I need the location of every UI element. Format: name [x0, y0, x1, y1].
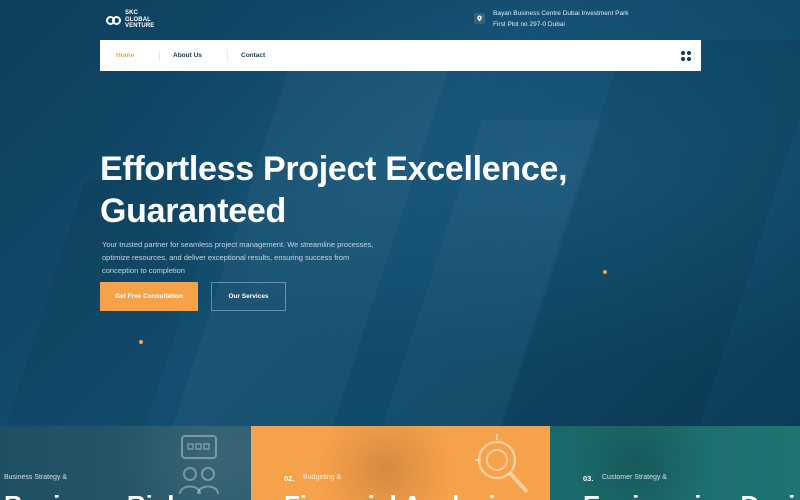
service-card-engineering-design[interactable]: 03. Customer Strategy & Engineering Desi… — [550, 426, 800, 500]
decorative-dot — [139, 340, 143, 344]
decorative-dot — [603, 270, 607, 274]
service-cards: Business Strategy & Business Risk 02. Bu… — [0, 426, 800, 500]
nav-item-home[interactable]: Home — [116, 52, 134, 59]
card-number: 03. — [583, 474, 594, 483]
hero-subtitle: Your trusted partner for seamless projec… — [102, 238, 402, 277]
brand-logo[interactable]: SKC GLOBAL VENTURE — [106, 9, 166, 31]
chat-bubble-icon — [179, 435, 219, 495]
hero-subtitle-line-2: optimize resources, and deliver exceptio… — [102, 253, 350, 262]
address-line-2: First Plot no 297-0 Dubai — [493, 21, 565, 28]
nav-item-about[interactable]: About Us — [173, 52, 202, 59]
card-title: Financial Analysis — [284, 490, 510, 500]
free-consultation-button[interactable]: Get Free Consultation — [100, 282, 198, 311]
address-line-1: Bayan Business Centre Dubai Investment P… — [493, 10, 629, 17]
logo-text: SKC GLOBAL VENTURE — [125, 10, 155, 30]
card-category: Business Strategy & — [4, 474, 68, 481]
grid-menu-icon[interactable] — [681, 51, 691, 61]
our-services-button[interactable]: Our Services — [211, 282, 286, 311]
hero-subtitle-line-1: Your trusted partner for seamless projec… — [102, 240, 374, 249]
card-category: Customer Strategy & — [602, 474, 667, 481]
card-number: 02. — [284, 474, 295, 483]
hero-subtitle-line-3: conception to completion — [102, 266, 185, 275]
nav-item-contact[interactable]: Contact — [241, 52, 265, 59]
card-category: Budgeting & — [303, 474, 342, 481]
hero-title: Effortless Project Excellence, Guarantee… — [100, 148, 620, 232]
top-bar: SKC GLOBAL VENTURE Bayan Business Centre… — [0, 0, 800, 40]
nav-divider — [227, 50, 228, 61]
location-pin-icon — [474, 13, 485, 24]
service-card-financial-analysis[interactable]: 02. Budgeting & Financial Analysis — [251, 426, 550, 500]
main-nav: Home About Us Contact — [100, 40, 701, 71]
logo-mark-icon — [106, 13, 122, 27]
card-title: Engineering Design — [583, 490, 800, 500]
service-card-business-risk[interactable]: Business Strategy & Business Risk — [0, 426, 251, 500]
card-title: Business Risk — [4, 490, 182, 500]
nav-divider — [159, 50, 160, 61]
hero-title-line-1: Effortless Project Excellence, — [100, 150, 568, 188]
contact-address: Bayan Business Centre Dubai Investment P… — [474, 8, 674, 32]
hero-title-line-2: Guaranteed — [100, 192, 286, 230]
